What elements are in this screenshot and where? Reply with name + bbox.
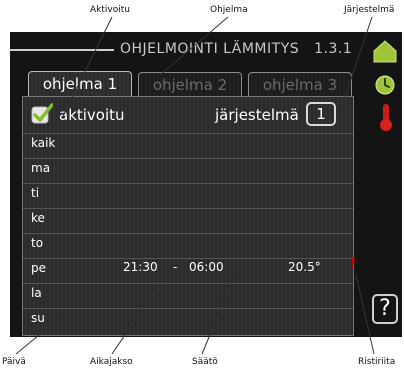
title-divider [10, 49, 114, 51]
day-row-kaik[interactable]: kaik [23, 133, 353, 153]
controller-screen: OHJELMOINTI LÄMMITYS 1.3.1 ohjelma 1 ohj… [10, 32, 402, 337]
day-label: to [31, 236, 44, 250]
title-text: OHJELMOINTI LÄMMITYS [120, 41, 300, 57]
title-bar: OHJELMOINTI LÄMMITYS 1.3.1 [10, 32, 402, 66]
tab-ohjelma-2[interactable]: ohjelma 2 [138, 72, 242, 96]
system-selector[interactable]: 1 [306, 102, 336, 126]
end-time: 06:00 [189, 260, 224, 274]
day-row-ke[interactable]: ke [23, 208, 353, 228]
callout-ristiriita: Ristiriita [358, 357, 396, 367]
callout-ohjelma: Ohjelma [210, 5, 248, 15]
system-label: järjestelmä [215, 106, 299, 124]
clock-icon[interactable] [374, 74, 396, 96]
page-title: OHJELMOINTI LÄMMITYS 1.3.1 [120, 41, 352, 57]
tab-ohjelma-1[interactable]: ohjelma 1 [28, 71, 132, 97]
day-row-su[interactable]: su [23, 308, 353, 328]
house-icon[interactable] [372, 38, 398, 64]
menu-number: 1.3.1 [314, 41, 353, 57]
thermometer-icon[interactable] [378, 102, 394, 132]
tab-label: ohjelma 1 [42, 75, 118, 93]
callout-aikajakso: Aikajakso [90, 357, 133, 367]
callout-saato: Säätö [192, 357, 218, 367]
day-row-ti[interactable]: ti [23, 183, 353, 203]
tab-label: ohjelma 2 [152, 76, 228, 94]
day-label: ma [31, 161, 51, 175]
start-time: 21:30 [123, 260, 158, 274]
day-row-ma[interactable]: ma [23, 158, 353, 178]
day-label: su [31, 311, 45, 325]
day-row-la[interactable]: la [23, 283, 353, 303]
check-icon[interactable] [31, 103, 53, 125]
day-row-pe[interactable]: pe 21:30 -06:00 20.5° [23, 258, 353, 278]
day-label: pe [31, 261, 46, 275]
day-label: ke [31, 211, 45, 225]
callout-paiva: Päivä [2, 357, 26, 367]
conflict-indicator: ! [350, 256, 357, 272]
temperature-setting: 20.5° [288, 260, 321, 274]
help-button[interactable]: ? [372, 294, 398, 324]
day-row-to[interactable]: to [23, 233, 353, 253]
day-label: ti [31, 186, 40, 200]
day-label: kaik [31, 136, 56, 150]
callout-jarjestelma: Järjestelmä [344, 5, 395, 15]
activated-label: aktivoitu [59, 106, 125, 124]
callout-aktivoitu: Aktivoitu [90, 5, 130, 15]
schedule-panel: aktivoitu järjestelmä 1 kaik ma ti ke to pe 21… [22, 96, 354, 336]
time-separator: - [173, 260, 178, 274]
tab-label: ohjelma 3 [262, 76, 338, 94]
tab-ohjelma-3[interactable]: ohjelma 3 [248, 72, 352, 96]
day-label: la [31, 286, 42, 300]
